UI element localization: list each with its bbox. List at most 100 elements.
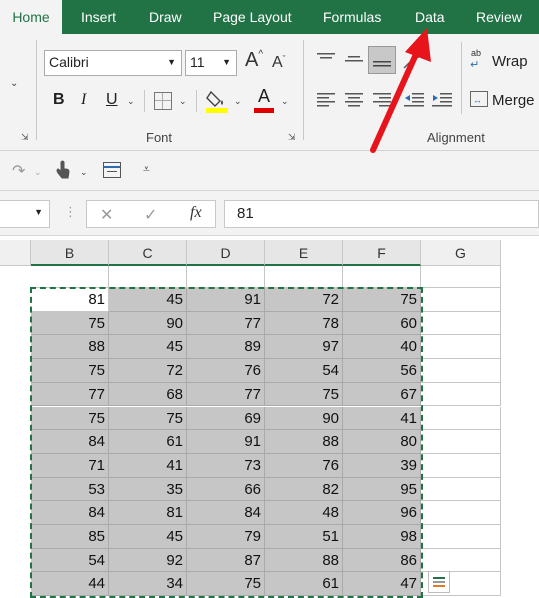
table-cell[interactable]: 35 [109,477,187,502]
table-cell[interactable]: 54 [265,359,343,383]
table-cell[interactable]: 79 [187,525,265,549]
column-header-e[interactable]: E [265,240,343,266]
table-cell[interactable] [421,477,501,502]
table-cell[interactable] [421,406,501,431]
increase-indent-icon[interactable] [432,92,452,113]
table-cell[interactable] [421,525,501,549]
table-cell[interactable]: 76 [265,453,343,478]
redo-icon[interactable]: ↷ [12,161,25,181]
tab-insert[interactable]: Insert [81,0,116,34]
table-cell[interactable] [421,382,501,407]
top-align-icon[interactable] [317,52,335,71]
chevron-down-icon[interactable]: ⌄ [34,167,42,178]
tab-formulas[interactable]: Formulas [323,0,381,34]
table-cell[interactable] [421,266,501,288]
table-cell[interactable]: 41 [109,453,187,478]
column-header-d[interactable]: D [187,240,265,266]
table-cell[interactable]: 61 [109,430,187,454]
table-cell[interactable] [421,548,501,573]
chevron-down-icon[interactable]: ⌄ [127,96,135,107]
table-cell[interactable]: 44 [31,572,109,597]
fill-color-icon[interactable] [206,88,228,114]
table-cell[interactable] [421,288,501,312]
table-cell[interactable]: 47 [343,572,421,597]
merge-center-icon[interactable]: ↔ [470,91,488,107]
table-cell[interactable] [187,266,265,288]
table-cell[interactable]: 75 [109,406,187,431]
table-cell[interactable] [421,359,501,383]
column-header-b[interactable]: B [31,240,109,266]
table-cell[interactable]: 77 [187,382,265,407]
table-cell[interactable]: 75 [31,311,109,336]
table-cell[interactable]: 77 [187,311,265,336]
table-cell[interactable]: 91 [187,288,265,312]
font-color-icon[interactable]: A [254,86,274,114]
formula-input[interactable]: 81 [224,200,539,228]
bottom-align-icon[interactable] [368,46,396,74]
chevron-down-icon[interactable]: ▼ [167,51,176,73]
decrease-indent-icon[interactable] [404,92,424,113]
align-right-icon[interactable] [373,92,391,113]
table-cell[interactable]: 45 [109,335,187,360]
table-cell[interactable]: 98 [343,525,421,549]
table-cell[interactable] [421,335,501,360]
table-cell[interactable]: 66 [187,477,265,502]
table-cell[interactable]: 69 [187,406,265,431]
table-cell[interactable] [265,266,343,288]
table-cell[interactable]: 34 [109,572,187,597]
table-cell[interactable]: 78 [265,311,343,336]
table-cell[interactable]: 89 [187,335,265,360]
table-cell[interactable]: 51 [265,525,343,549]
table-cell[interactable]: 48 [265,501,343,525]
table-cell[interactable] [421,430,501,454]
table-cell[interactable]: 60 [343,311,421,336]
customize-toolbar-icon[interactable]: ⩡ [143,162,150,177]
tab-review[interactable]: Review [476,0,522,34]
table-cell[interactable]: 67 [343,382,421,407]
table-cell[interactable]: 72 [265,288,343,312]
table-cell[interactable]: 77 [31,382,109,407]
table-cell[interactable]: 88 [31,335,109,360]
table-cell[interactable]: 75 [343,288,421,312]
chevron-down-icon[interactable]: ⌄ [281,96,289,107]
table-cell[interactable]: 61 [265,572,343,597]
bold-button[interactable]: B [53,91,65,109]
tab-home[interactable]: Home [0,0,62,34]
table-cell[interactable]: 84 [187,501,265,525]
orientation-icon[interactable] [402,52,422,75]
merge-center-button[interactable]: Merge [492,92,535,109]
middle-align-icon[interactable] [345,52,363,71]
column-header-g[interactable]: G [421,240,501,266]
chevron-down-icon[interactable]: ▼ [222,51,231,73]
chevron-down-icon[interactable]: ⌄ [80,167,88,178]
table-cell[interactable]: 75 [31,406,109,431]
table-cell[interactable]: 39 [343,453,421,478]
insert-function-button[interactable]: fx [190,204,202,222]
italic-button[interactable]: I [81,91,86,109]
table-cell[interactable]: 45 [109,288,187,312]
column-header-f[interactable]: F [343,240,421,266]
table-cell[interactable] [421,311,501,336]
table-cell[interactable] [421,453,501,478]
table-cell[interactable]: 54 [31,548,109,573]
chevron-down-icon[interactable]: ⌄ [234,96,242,107]
tab-page-layout[interactable]: Page Layout [213,0,292,34]
quick-analysis-icon[interactable] [428,571,450,593]
column-header-c[interactable]: C [109,240,187,266]
tab-data[interactable]: Data [415,0,445,34]
increase-font-size-button[interactable]: A^ [245,49,263,72]
table-cell[interactable]: 73 [187,453,265,478]
font-size-box[interactable]: 11 ▼ [185,50,237,76]
table-cell[interactable]: 72 [109,359,187,383]
touch-mode-icon[interactable] [55,160,71,180]
table-cell[interactable]: 40 [343,335,421,360]
more-options-icon[interactable]: ⋮ [64,204,77,220]
table-cell[interactable]: 75 [187,572,265,597]
underline-button[interactable]: U [106,91,118,109]
table-cell[interactable]: 84 [31,430,109,454]
cancel-icon[interactable]: ✕ [100,205,113,225]
table-cell[interactable]: 41 [343,406,421,431]
table-cell[interactable] [109,266,187,288]
borders-icon[interactable] [154,92,172,110]
dialog-launcher-icon[interactable]: ⇲ [21,132,29,143]
